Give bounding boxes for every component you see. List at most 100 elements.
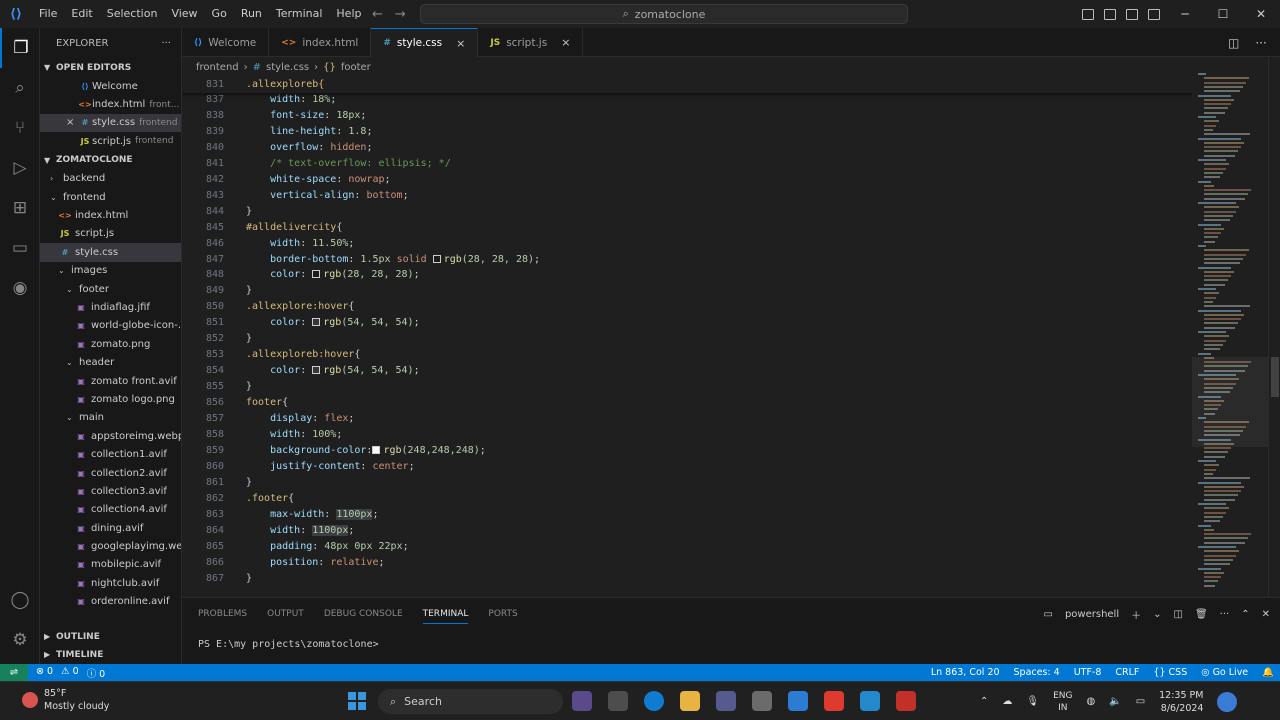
more-actions-icon[interactable]: ··· — [1255, 36, 1266, 50]
panel-tab-terminal[interactable]: TERMINAL — [422, 604, 469, 624]
onedrive-icon[interactable]: ☁ — [1002, 696, 1012, 707]
close-icon[interactable]: × — [66, 117, 74, 128]
gear-icon[interactable]: ⚙ — [0, 620, 40, 660]
code-line[interactable]: 849} — [182, 283, 1192, 299]
code-line[interactable]: 866 position: relative; — [182, 555, 1192, 571]
file-item[interactable]: ▣ nightclub.avif — [40, 574, 181, 592]
file-explorer-icon[interactable] — [680, 691, 700, 711]
source-control-icon[interactable]: ⑂ — [0, 108, 40, 148]
customize-layout-icon[interactable] — [1148, 8, 1160, 20]
file-item[interactable]: ▣ zomato front.avif — [40, 372, 181, 390]
panel-tab-problems[interactable]: PROBLEMS — [198, 609, 247, 619]
code-line[interactable]: 838 font-size: 18px; — [182, 108, 1192, 124]
code-line[interactable]: 842 white-space: nowrap; — [182, 172, 1192, 188]
breadcrumb-folder[interactable]: frontend — [196, 62, 239, 73]
remote-icon[interactable]: ⇌ — [0, 664, 28, 681]
toggle-sidebar-icon[interactable] — [1082, 8, 1094, 20]
panel-tab-ports[interactable]: PORTS — [488, 609, 517, 619]
minimize-icon[interactable]: ─ — [1166, 0, 1204, 28]
shell-name[interactable]: powershell — [1065, 609, 1119, 620]
code-line[interactable]: 857 display: flex; — [182, 411, 1192, 427]
code-line[interactable]: 859 background-color: rgb(248,248,248); — [182, 443, 1192, 459]
run-debug-icon[interactable]: ▷ — [0, 148, 40, 188]
scrollbar-thumb[interactable] — [1271, 357, 1279, 397]
code-line[interactable]: 862 .footer{ — [182, 491, 1192, 507]
notifications-icon[interactable]: 🔔 — [1262, 667, 1274, 678]
file-item[interactable]: ▣ indiaflag.jfif — [40, 298, 181, 316]
file-item[interactable]: ▣ collection4.avif — [40, 501, 181, 519]
clock[interactable]: 12:35 PM 8/6/2024 — [1159, 689, 1203, 715]
code-line[interactable]: 865 padding: 48px 0px 22px; — [182, 539, 1192, 555]
file-item[interactable]: ▣ dining.avif — [40, 519, 181, 537]
code-line[interactable]: 852} — [182, 331, 1192, 347]
teams-icon[interactable] — [716, 691, 736, 711]
copilot-icon[interactable]: ◉ — [0, 268, 40, 308]
close-panel-icon[interactable]: ✕ — [1262, 609, 1270, 620]
end-of-line[interactable]: CRLF — [1115, 667, 1139, 678]
taskbar-search[interactable]: ⌕ Search — [378, 689, 563, 714]
file-item[interactable]: ▣ mobilepic.avif — [40, 556, 181, 574]
account-icon[interactable]: ◯ — [0, 580, 40, 620]
menu-edit[interactable]: Edit — [64, 0, 99, 28]
outline-section[interactable]: ▶ OUTLINE — [40, 627, 181, 646]
sticky-scroll-line[interactable]: 831 .allexploreb{ — [182, 77, 1192, 93]
folder-item[interactable]: ⌄ images — [40, 262, 181, 280]
tab-style-css[interactable]: # style.css × — [371, 28, 479, 57]
close-icon[interactable]: × — [561, 36, 570, 49]
camera-app-icon[interactable] — [752, 691, 772, 711]
file-item[interactable]: ▣ collection3.avif — [40, 482, 181, 500]
command-center[interactable]: ⌕ zomatoclone — [420, 4, 908, 24]
back-arrow-icon[interactable]: ← — [372, 7, 383, 22]
code-line[interactable]: 861} — [182, 475, 1192, 491]
menu-view[interactable]: View — [164, 0, 204, 28]
menu-file[interactable]: File — [32, 0, 64, 28]
file-item[interactable]: ▣ orderonline.avif — [40, 593, 181, 611]
code-line[interactable]: 851 color: rgb(54, 54, 54); — [182, 315, 1192, 331]
folder-item[interactable]: ⌄ footer — [40, 280, 181, 298]
code-line[interactable]: 858 width: 100%; — [182, 427, 1192, 443]
copilot-app-icon[interactable] — [572, 691, 592, 711]
timeline-section[interactable]: ▶ TIMELINE — [40, 645, 181, 664]
windows-start-icon[interactable] — [348, 692, 366, 710]
folder-item[interactable]: › backend — [40, 170, 181, 188]
editor-scrollbar[interactable] — [1268, 57, 1280, 597]
recorder-icon[interactable] — [896, 691, 916, 711]
tab-welcome[interactable]: ⟨⟩ Welcome — [182, 28, 270, 57]
code-line[interactable]: 840 overflow: hidden; — [182, 140, 1192, 156]
word-icon[interactable] — [788, 691, 808, 711]
code-line[interactable]: 841 /* text-overflow: ellipsis; */ — [182, 156, 1192, 172]
breadcrumb-symbol[interactable]: footer — [341, 62, 371, 73]
code-line[interactable]: 847 border-bottom: 1.5px solid rgb(28, 2… — [182, 252, 1192, 268]
file-item[interactable]: # style.css — [40, 243, 181, 262]
project-section[interactable]: ▼ ZOMATOCLONE — [40, 151, 181, 170]
color-swatch[interactable] — [312, 366, 321, 375]
color-swatch[interactable] — [372, 445, 381, 454]
explorer-icon[interactable]: ❐ — [0, 28, 40, 68]
folder-item[interactable]: ⌄ header — [40, 353, 181, 371]
code-line[interactable]: 860 justify-content: center; — [182, 459, 1192, 475]
close-icon[interactable]: × — [456, 37, 465, 50]
folder-item[interactable]: ⌄ frontend — [40, 188, 181, 206]
file-item[interactable]: ▣ world-globe-icon-... — [40, 317, 181, 335]
folder-item[interactable]: ⌄ main — [40, 409, 181, 427]
code-line[interactable]: 867} — [182, 571, 1192, 587]
encoding[interactable]: UTF-8 — [1074, 667, 1102, 678]
open-editor-item[interactable]: ⟨⟩ Welcome — [40, 77, 181, 95]
tab-script-js[interactable]: JS script.js × — [478, 28, 584, 57]
code-line[interactable]: 839 line-height: 1.8; — [182, 124, 1192, 140]
code-line[interactable]: 848 color: rgb(28, 28, 28); — [182, 267, 1192, 283]
menu-run[interactable]: Run — [234, 0, 269, 28]
open-editor-item[interactable]: JS script.js frontend — [40, 132, 181, 150]
file-item[interactable]: ▣ zomato logo.png — [40, 390, 181, 408]
chevron-down-icon[interactable]: ⌄ — [1153, 609, 1161, 620]
menu-terminal[interactable]: Terminal — [269, 0, 330, 28]
code-line[interactable]: 854 color: rgb(54, 54, 54); — [182, 363, 1192, 379]
code-line[interactable]: 864 width: 1100px; — [182, 523, 1192, 539]
code-line[interactable]: 863 max-width: 1100px; — [182, 507, 1192, 523]
file-item[interactable]: ▣ collection2.avif — [40, 464, 181, 482]
weather-widget[interactable]: 85°F Mostly cloudy — [22, 687, 109, 713]
volume-icon[interactable]: 🔈 — [1109, 696, 1121, 707]
task-view-icon[interactable] — [608, 691, 628, 711]
code-line[interactable]: 856 footer{ — [182, 395, 1192, 411]
menu-selection[interactable]: Selection — [100, 0, 165, 28]
